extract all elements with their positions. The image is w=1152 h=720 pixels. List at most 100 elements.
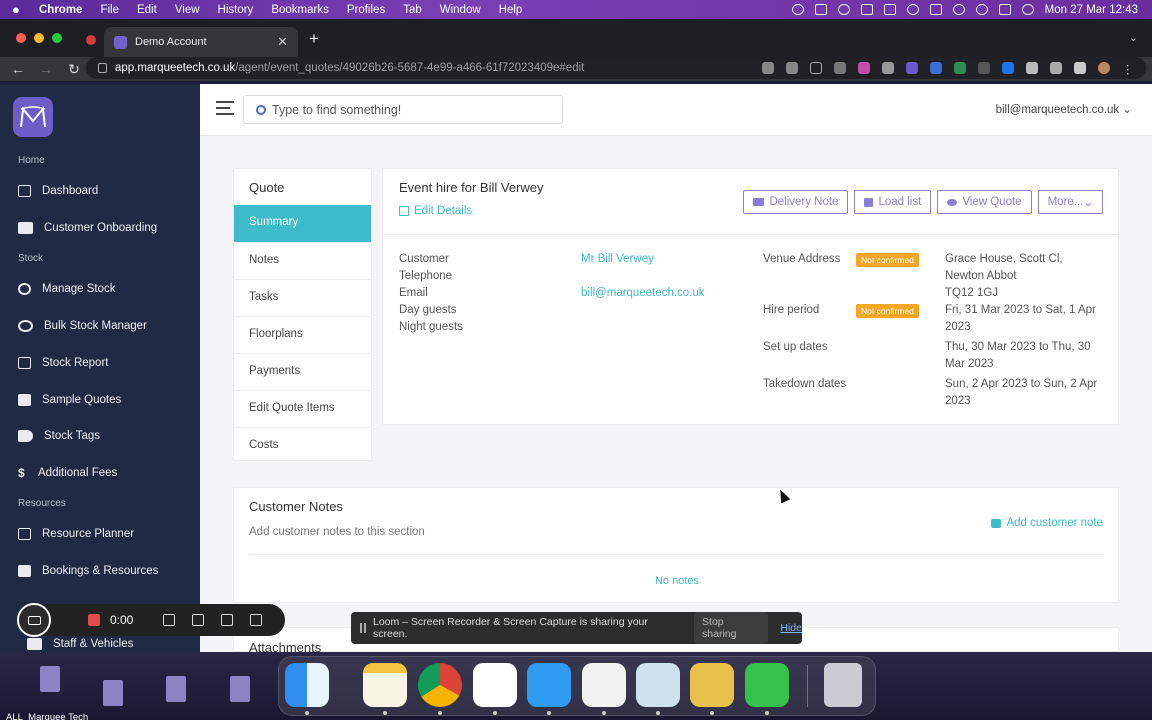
add-customer-note-link[interactable]: Add customer note bbox=[991, 517, 1103, 529]
menu-app-chrome[interactable]: Chrome bbox=[30, 4, 91, 16]
formula-extension-icon[interactable] bbox=[978, 62, 990, 74]
zoom-window-icon[interactable] bbox=[52, 33, 62, 43]
file-icon[interactable] bbox=[103, 680, 123, 706]
sidebar-item-customer-onboarding[interactable]: Customer Onboarding bbox=[18, 222, 157, 234]
load-list-button[interactable]: Load list bbox=[854, 190, 932, 214]
tab-edit-quote-items[interactable]: Edit Quote Items bbox=[234, 390, 371, 427]
hide-button[interactable]: Hide bbox=[780, 622, 802, 634]
tab-tasks[interactable]: Tasks bbox=[234, 279, 371, 316]
profile-avatar[interactable] bbox=[1098, 62, 1110, 74]
address-bar[interactable]: app.marqueetech.co.uk /agent/event_quote… bbox=[86, 57, 1146, 79]
file-icon[interactable] bbox=[230, 676, 250, 702]
translate-extension-icon[interactable] bbox=[1002, 62, 1014, 74]
keynote-icon[interactable] bbox=[527, 663, 571, 707]
hamburger-menu-icon[interactable] bbox=[216, 101, 234, 119]
menu-tab[interactable]: Tab bbox=[394, 4, 431, 16]
play-icon[interactable] bbox=[837, 4, 850, 15]
tab-notes[interactable]: Notes bbox=[234, 242, 371, 279]
puzzle-extensions-icon[interactable] bbox=[1026, 62, 1038, 74]
browser-tab-active[interactable]: Demo Account ✕ bbox=[104, 27, 298, 57]
menu-file[interactable]: File bbox=[91, 4, 128, 16]
menu-bookmarks[interactable]: Bookmarks bbox=[262, 4, 338, 16]
menu-help[interactable]: Help bbox=[490, 4, 532, 16]
sidebar-item-sample-quotes[interactable]: Sample Quotes bbox=[18, 394, 121, 406]
sidebar-item-dashboard[interactable]: Dashboard bbox=[18, 185, 98, 197]
side-panel-icon[interactable] bbox=[1074, 62, 1086, 74]
chrome-icon[interactable] bbox=[418, 663, 462, 707]
bookmark-star-icon[interactable] bbox=[810, 62, 822, 74]
tab-floorplans[interactable]: Floorplans bbox=[234, 316, 371, 353]
tab-search-chevron-icon[interactable]: ⌄ bbox=[1129, 31, 1138, 44]
headphones-icon[interactable] bbox=[906, 4, 919, 15]
menu-history[interactable]: History bbox=[209, 4, 263, 16]
tab-costs[interactable]: Costs bbox=[234, 427, 371, 464]
close-tab-icon[interactable]: ✕ bbox=[277, 34, 288, 50]
sidebar-item-bookings-resources[interactable]: Bookings & Resources bbox=[18, 565, 158, 577]
menu-window[interactable]: Window bbox=[431, 4, 490, 16]
user-menu[interactable]: bill@marqueetech.co.uk ⌄ bbox=[996, 102, 1132, 116]
screenshot-extension-icon[interactable] bbox=[882, 62, 894, 74]
database-app-icon[interactable] bbox=[690, 663, 734, 707]
reload-icon[interactable]: ↻ bbox=[60, 61, 88, 78]
battery-icon[interactable] bbox=[929, 4, 942, 15]
sidebar-item-stock-report[interactable]: Stock Report bbox=[18, 357, 108, 369]
minimize-window-icon[interactable] bbox=[34, 33, 44, 43]
file-icon[interactable] bbox=[166, 676, 186, 702]
customer-name-link[interactable]: Mr Bill Verwey bbox=[581, 251, 654, 268]
docs-extension-icon[interactable] bbox=[930, 62, 942, 74]
drawing-tools-icon[interactable] bbox=[163, 614, 176, 626]
menu-view[interactable]: View bbox=[166, 4, 209, 16]
sheets-extension-icon[interactable] bbox=[954, 62, 966, 74]
finder-icon[interactable] bbox=[285, 663, 329, 707]
file-icon[interactable] bbox=[40, 666, 60, 692]
sidebar-item-manage-stock[interactable]: Manage Stock bbox=[18, 283, 116, 295]
stop-recording-icon[interactable] bbox=[88, 614, 100, 626]
menubar-clock[interactable]: Mon 27 Mar 12:43 bbox=[1045, 4, 1138, 16]
menu-edit[interactable]: Edit bbox=[128, 4, 166, 16]
pause-icon[interactable] bbox=[221, 614, 234, 626]
share-icon[interactable] bbox=[786, 62, 798, 74]
more-button[interactable]: More... ⌄ bbox=[1037, 190, 1103, 214]
global-search[interactable] bbox=[243, 95, 563, 124]
menu-profiles[interactable]: Profiles bbox=[338, 4, 394, 16]
trash-icon[interactable] bbox=[824, 663, 862, 707]
notes-app-icon[interactable] bbox=[363, 663, 407, 707]
sidebar-item-additional-fees[interactable]: $ Additional Fees bbox=[18, 467, 117, 479]
forward-icon[interactable]: → bbox=[32, 61, 60, 77]
camera-toggle-icon[interactable] bbox=[17, 603, 51, 637]
stop-sharing-button[interactable]: Stop sharing bbox=[694, 612, 769, 644]
close-window-icon[interactable] bbox=[16, 33, 26, 43]
numbers-icon[interactable] bbox=[745, 663, 789, 707]
apple-icon[interactable]: ● bbox=[12, 2, 30, 17]
tab-summary[interactable]: Summary bbox=[234, 205, 371, 242]
search-input[interactable] bbox=[272, 102, 552, 117]
view-quote-button[interactable]: View Quote bbox=[937, 190, 1032, 214]
cloud-icon[interactable] bbox=[814, 4, 827, 15]
control-center-icon[interactable] bbox=[998, 4, 1011, 15]
tab-payments[interactable]: Payments bbox=[234, 353, 371, 390]
slack-icon[interactable] bbox=[473, 663, 517, 707]
siri-icon[interactable] bbox=[1021, 4, 1034, 15]
mic-icon[interactable] bbox=[762, 62, 774, 74]
camera-extension-icon[interactable] bbox=[834, 62, 846, 74]
trash-icon[interactable] bbox=[250, 614, 263, 626]
wifi-icon[interactable] bbox=[952, 4, 965, 15]
spotlight-search-icon[interactable] bbox=[975, 4, 988, 15]
sidebar-item-staff-vehicles[interactable]: Staff & Vehicles bbox=[27, 638, 133, 650]
lock-icon[interactable] bbox=[98, 63, 107, 73]
mic-status-icon[interactable] bbox=[791, 4, 804, 15]
extension-icon[interactable] bbox=[906, 62, 918, 74]
sidebar-item-bulk-stock-manager[interactable]: Bulk Stock Manager bbox=[18, 320, 147, 332]
sidebar-item-resource-planner[interactable]: Resource Planner bbox=[18, 528, 134, 540]
new-tab-icon[interactable]: + bbox=[309, 29, 319, 49]
customer-email-link[interactable]: bill@marqueetech.co.uk bbox=[581, 285, 705, 302]
textedit-icon[interactable] bbox=[582, 663, 626, 707]
chrome-menu-icon[interactable]: ⋮ bbox=[1122, 62, 1134, 76]
restart-icon[interactable] bbox=[192, 614, 205, 626]
preview-icon[interactable] bbox=[636, 663, 680, 707]
edit-details-link[interactable]: Edit Details bbox=[399, 205, 472, 217]
color-extension-icon[interactable] bbox=[858, 62, 870, 74]
delivery-note-button[interactable]: Delivery Note bbox=[743, 190, 849, 214]
reading-list-icon[interactable] bbox=[1050, 62, 1062, 74]
back-icon[interactable]: ← bbox=[4, 61, 32, 77]
